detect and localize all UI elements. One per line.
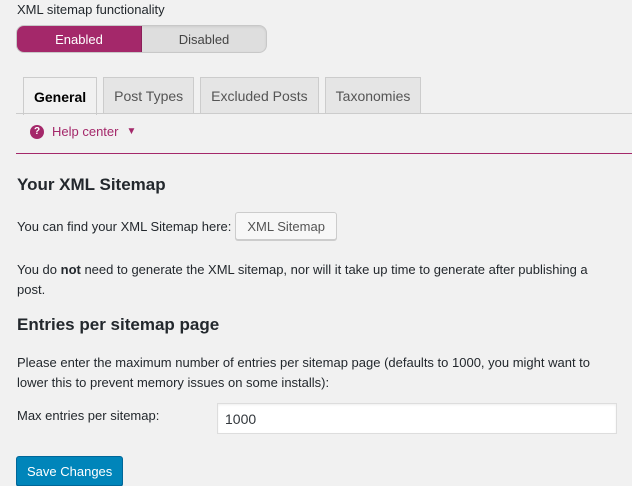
functionality-toggle: Enabled Disabled <box>16 25 267 53</box>
help-center-label: Help center <box>52 124 119 139</box>
disabled-option[interactable]: Disabled <box>142 26 266 52</box>
sitemap-section-title: Your XML Sitemap <box>17 175 166 194</box>
find-sitemap-text: You can find your XML Sitemap here: <box>17 218 232 234</box>
note-bold: not <box>60 262 81 277</box>
tab-excluded-posts[interactable]: Excluded Posts <box>200 77 319 114</box>
caret-down-icon: ▼ <box>126 126 137 137</box>
functionality-label: XML sitemap functionality <box>17 2 165 17</box>
xml-sitemap-button[interactable]: XML Sitemap <box>235 212 337 240</box>
max-entries-input[interactable] <box>217 403 617 434</box>
tab-general[interactable]: General <box>23 77 98 115</box>
tab-taxonomies[interactable]: Taxonomies <box>324 77 422 114</box>
find-sitemap-row: You can find your XML Sitemap here: XML … <box>17 212 337 240</box>
tab-post-types[interactable]: Post Types <box>103 77 195 114</box>
note-post: need to generate the XML sitemap, nor wi… <box>17 262 588 297</box>
enabled-option[interactable]: Enabled <box>17 26 142 52</box>
max-entries-label: Max entries per sitemap: <box>17 408 160 423</box>
generation-note: You do not need to generate the XML site… <box>17 260 617 300</box>
settings-page: XML sitemap functionality Enabled Disabl… <box>0 0 632 486</box>
help-center-toggle[interactable]: ? Help center ▼ <box>30 124 136 139</box>
help-divider <box>16 153 632 154</box>
question-icon: ? <box>30 124 44 139</box>
save-changes-button[interactable]: Save Changes <box>16 456 124 486</box>
tab-bar: General Post Types Excluded Posts Taxono… <box>23 77 422 115</box>
tabs-divider <box>16 113 632 114</box>
entries-section-title: Entries per sitemap page <box>17 315 220 334</box>
note-pre: You do <box>17 262 61 277</box>
entries-description: Please enter the maximum number of entri… <box>17 355 591 390</box>
